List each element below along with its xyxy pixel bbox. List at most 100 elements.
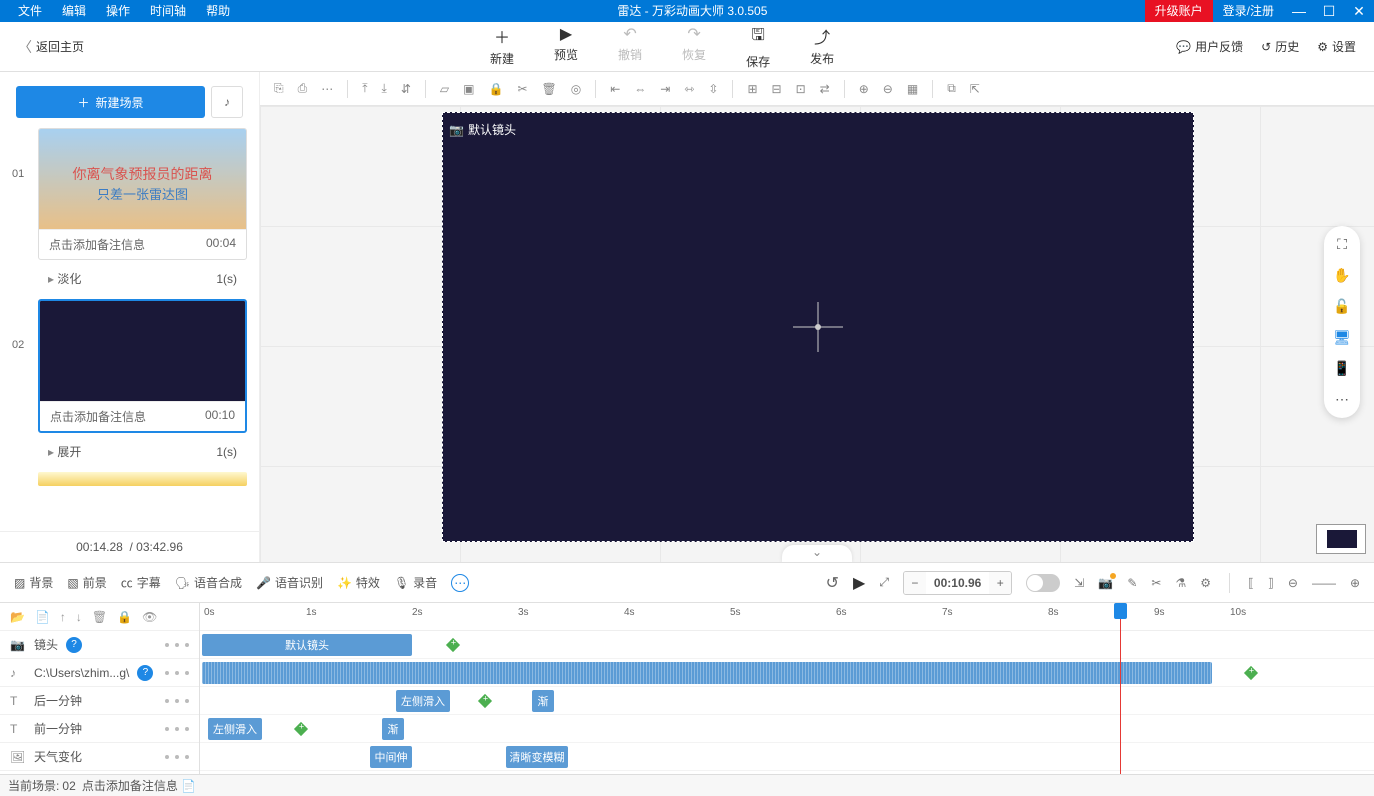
zoom-in-icon[interactable]: ⊕ (1350, 576, 1360, 590)
new-scene-button[interactable]: ＋新建场景 (16, 86, 205, 118)
more-icon[interactable]: ⋯ (321, 82, 333, 96)
up-icon[interactable]: ↑ (60, 610, 66, 624)
canvas-frame[interactable]: 📷默认镜头 (442, 112, 1194, 542)
music-button[interactable]: ♪ (211, 86, 243, 118)
zoom-out-icon[interactable]: ⊖ (1288, 576, 1298, 590)
copy2-icon[interactable]: ⧉ (947, 81, 956, 96)
rewind-icon[interactable]: ↺ (826, 573, 839, 593)
down-icon[interactable]: ↓ (76, 610, 82, 624)
copy-icon[interactable]: ⎘ (274, 81, 284, 96)
desktop-icon[interactable]: 🖥 (1333, 329, 1351, 346)
flip-icon[interactable]: ▱ (440, 82, 449, 96)
lock-icon[interactable]: 🔒 (488, 82, 503, 96)
menu-edit[interactable]: 编辑 (52, 0, 96, 22)
track-audio[interactable]: ♪C:\Users\zhim...g\? (0, 659, 199, 687)
bracket-out-icon[interactable]: ⟧ (1268, 576, 1274, 590)
tc-minus[interactable]: − (904, 572, 926, 594)
hand-icon[interactable]: ✋ (1333, 267, 1350, 284)
clip-midstretch[interactable]: 中间伸 (370, 746, 412, 768)
upgrade-button[interactable]: 升级账户 (1145, 0, 1213, 22)
layer-icon[interactable]: ▣ (463, 82, 474, 96)
align-right-icon[interactable]: ⇥ (660, 82, 670, 96)
redo-button[interactable]: ↷恢复 (682, 24, 706, 70)
lock-icon[interactable]: 🔒 (117, 610, 132, 624)
cut-icon[interactable]: ✂ (517, 82, 527, 96)
filter-icon[interactable]: ⚗ (1175, 576, 1186, 590)
zoom-in-icon[interactable]: ⊕ (859, 82, 869, 96)
tab-record[interactable]: 🎙录音 (394, 574, 437, 591)
track-row-image[interactable]: 中间伸 清晰变模糊 (200, 743, 1374, 771)
back-home[interactable]: 〈 返回主页 (0, 37, 102, 57)
track-row-audio[interactable] (200, 659, 1374, 687)
toggle-switch[interactable] (1026, 574, 1060, 592)
clip-slide-l[interactable]: 左侧滑入 (396, 690, 450, 712)
mobile-icon[interactable]: 📱 (1333, 360, 1350, 377)
align-bottom-icon[interactable]: ⤓ (382, 81, 387, 96)
clip-fade2[interactable]: 渐 (382, 718, 404, 740)
scene-card-2[interactable]: 点击添加备注信息00:10 (38, 299, 247, 433)
settings-button[interactable]: ⚙设置 (1317, 38, 1356, 55)
scene-card-1[interactable]: 你离气象预报员的距离 只差一张雷达图 点击添加备注信息00:04 (38, 128, 247, 260)
transition-2[interactable]: ▸ 展开1(s) (38, 439, 247, 464)
track-row-text1[interactable]: 左侧滑入 渐 (200, 687, 1374, 715)
scene-note[interactable]: 点击添加备注信息 (49, 236, 145, 253)
minimize-button[interactable]: — (1284, 0, 1314, 22)
publish-button[interactable]: ⤴发布 (810, 24, 834, 70)
export-icon[interactable]: ⇱ (970, 82, 980, 96)
menu-help[interactable]: 帮助 (196, 0, 240, 22)
grid-icon[interactable]: ▦ (907, 82, 918, 96)
menu-action[interactable]: 操作 (96, 0, 140, 22)
dist-v-icon[interactable]: ⇳ (708, 82, 718, 96)
help-icon[interactable]: ? (137, 665, 153, 681)
tab-asr[interactable]: 🎤语音识别 (256, 574, 323, 591)
t1-icon[interactable]: ⊞ (747, 82, 757, 96)
align-v-icon[interactable]: ⇵ (401, 82, 411, 96)
align-center-icon[interactable]: ⇔ (634, 82, 646, 96)
preview-button[interactable]: ▶预览 (554, 24, 578, 70)
t2-icon[interactable]: ⊟ (772, 82, 782, 96)
keyframe-add[interactable] (294, 722, 308, 736)
login-button[interactable]: 登录/注册 (1213, 0, 1284, 22)
track-text-2[interactable]: T前一分钟 (0, 715, 199, 743)
tab-subtitle[interactable]: ㏄字幕 (121, 574, 161, 591)
open-icon[interactable]: 📂 (10, 610, 25, 624)
feedback-button[interactable]: 💬用户反馈 (1176, 38, 1243, 55)
tab-foreground[interactable]: ▧前景 (67, 574, 106, 591)
unlock-icon[interactable]: 🔓 (1333, 298, 1350, 315)
adjust-icon[interactable]: ⚙ (1200, 576, 1211, 590)
collapse-toggle[interactable]: ⌄ (782, 545, 852, 562)
new-button[interactable]: ＋新建 (490, 24, 514, 70)
keyframe-add[interactable] (446, 638, 460, 652)
more-icon[interactable]: ⋯ (451, 574, 469, 592)
play-button[interactable]: ▶ (853, 573, 865, 593)
expand-icon[interactable]: ⤢ (879, 575, 889, 590)
track-camera[interactable]: 📷镜头? (0, 631, 199, 659)
t3-icon[interactable]: ⊡ (796, 82, 806, 96)
track-image[interactable]: 🖼天气变化 (0, 743, 199, 771)
fullscreen-icon[interactable]: ⛶ (1337, 236, 1347, 253)
target-icon[interactable]: ◎ (571, 82, 581, 96)
trash-icon[interactable]: 🗑 (542, 82, 557, 96)
eye-icon[interactable]: 👁 (142, 610, 157, 624)
track-row-camera[interactable]: 默认镜头 (200, 631, 1374, 659)
menu-file[interactable]: 文件 (8, 0, 52, 22)
playhead[interactable] (1120, 603, 1121, 774)
track-text-1[interactable]: T后一分钟 (0, 687, 199, 715)
minimap[interactable] (1316, 524, 1366, 554)
clip-fade[interactable]: 渐 (532, 690, 554, 712)
new-icon[interactable]: 📄 (35, 610, 50, 624)
zoom-slider[interactable]: —— (1312, 576, 1336, 590)
trash-icon[interactable]: 🗑 (92, 610, 107, 624)
dist-h-icon[interactable]: ⇿ (684, 82, 694, 96)
clip-audio[interactable] (202, 662, 1212, 684)
tab-fx[interactable]: ✨特效 (337, 574, 380, 591)
zoom-out-icon[interactable]: ⊖ (883, 82, 893, 96)
edit-icon[interactable]: ✎ (1127, 576, 1137, 590)
help-icon[interactable]: ? (66, 637, 82, 653)
maximize-button[interactable]: ☐ (1314, 0, 1344, 22)
undo-button[interactable]: ↶撤销 (618, 24, 642, 70)
clip-blur[interactable]: 清晰变模糊 (506, 746, 568, 768)
scissors-icon[interactable]: ✂ (1151, 576, 1161, 590)
menu-timeline[interactable]: 时间轴 (140, 0, 196, 22)
track-row-text2[interactable]: 左侧滑入 渐 (200, 715, 1374, 743)
